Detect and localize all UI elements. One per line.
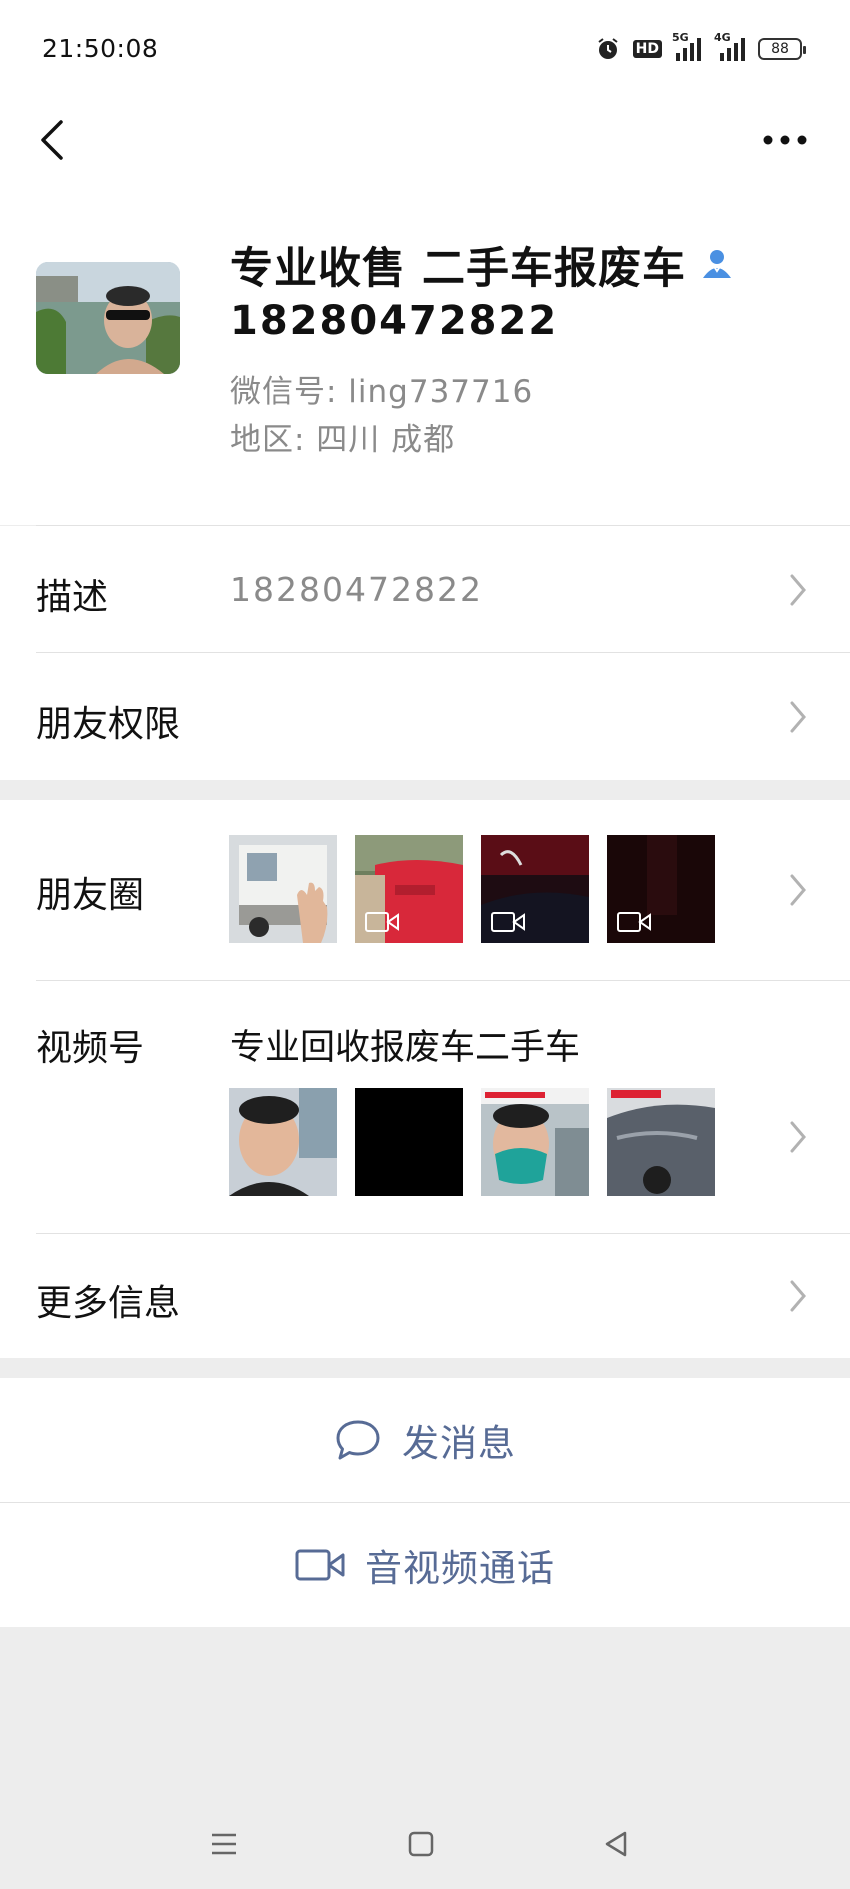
- contact-person-icon: [700, 246, 734, 284]
- hd-icon: HD: [632, 40, 662, 58]
- video-call-label: 音视频通话: [365, 1547, 555, 1590]
- video-call-button[interactable]: 音视频通话: [0, 1503, 850, 1627]
- content-section: 朋友圈 视频号 专业回收报废车二手车 更多信息: [0, 800, 850, 1358]
- moments-thumbnail: [607, 835, 715, 943]
- send-message-label: 发消息: [402, 1422, 516, 1465]
- description-row[interactable]: 描述 18280472822: [0, 526, 850, 652]
- description-value: 18280472822: [230, 570, 483, 609]
- back-triangle-icon[interactable]: [596, 1824, 636, 1864]
- more-info-row[interactable]: 更多信息: [0, 1234, 850, 1358]
- name-row: 专业收售 二手车报废车: [230, 234, 734, 296]
- video-camera-icon: [295, 1549, 345, 1581]
- system-nav-bar: [0, 1800, 850, 1889]
- nav-bar: [0, 100, 850, 180]
- chevron-right-icon: [790, 1280, 806, 1312]
- send-message-button[interactable]: 发消息: [0, 1378, 850, 1502]
- wechat-id: 微信号: ling737716: [230, 374, 534, 410]
- status-bar: 21:50:08 HD 5G 4G 88: [0, 0, 850, 100]
- moments-thumbnail: [481, 835, 589, 943]
- moments-label: 朋友圈: [36, 875, 145, 916]
- chevron-right-icon: [790, 701, 806, 733]
- video-camera-icon: [365, 912, 399, 932]
- friend-permissions-label: 朋友权限: [36, 704, 181, 745]
- moments-thumbnail: [355, 835, 463, 943]
- channels-thumbnail: [607, 1088, 715, 1196]
- profile-phone: 18280472822: [230, 298, 559, 344]
- 4g-signal-icon: 4G: [714, 31, 746, 61]
- channels-title: 专业回收报废车二手车: [230, 1028, 581, 1068]
- home-square-icon[interactable]: [401, 1824, 441, 1864]
- 5g-label: 5G: [672, 31, 689, 44]
- chevron-right-icon: [790, 1121, 806, 1153]
- status-icons: HD 5G 4G 88: [595, 31, 806, 64]
- profile-header: 专业收售 二手车报废车 18280472822 微信号: ling737716 …: [0, 180, 850, 526]
- moments-row[interactable]: 朋友圈: [0, 800, 850, 980]
- chevron-right-icon: [790, 574, 806, 606]
- chat-bubble-icon: [336, 1420, 380, 1460]
- channels-row[interactable]: 视频号 专业回收报废车二手车: [0, 981, 850, 1233]
- 4g-label: 4G: [714, 31, 731, 44]
- menu-icon[interactable]: [204, 1824, 244, 1864]
- more-info-label: 更多信息: [36, 1283, 181, 1324]
- channels-thumbnail: [229, 1088, 337, 1196]
- info-section: 描述 18280472822 朋友权限: [0, 526, 850, 780]
- avatar[interactable]: [36, 262, 180, 374]
- status-time: 21:50:08: [42, 34, 159, 63]
- video-camera-icon: [617, 912, 651, 932]
- chevron-left-icon[interactable]: [26, 114, 78, 166]
- 5g-signal-icon: 5G: [672, 31, 702, 61]
- moments-thumbnail: [229, 835, 337, 943]
- battery-icon: 88: [758, 38, 806, 60]
- video-camera-icon: [491, 912, 525, 932]
- channels-thumbnail: [355, 1088, 463, 1196]
- channels-label: 视频号: [36, 1028, 145, 1069]
- alarm-icon: [595, 36, 621, 62]
- more-dots-icon[interactable]: [754, 114, 816, 166]
- friend-permissions-row[interactable]: 朋友权限: [0, 653, 850, 780]
- chevron-right-icon: [790, 874, 806, 906]
- region: 地区: 四川 成都: [230, 422, 456, 458]
- channels-thumbnail: [481, 1088, 589, 1196]
- description-label: 描述: [36, 577, 109, 618]
- profile-name: 专业收售 二手车报废车: [230, 244, 686, 294]
